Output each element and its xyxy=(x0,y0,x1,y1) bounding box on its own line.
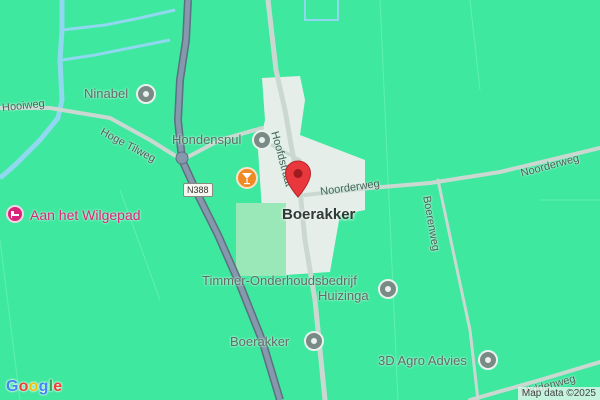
sports-field xyxy=(236,203,286,276)
poi-label: 3D Agro Advies xyxy=(378,353,467,368)
road-network xyxy=(0,0,600,400)
poi-label: Ninabel xyxy=(84,86,129,101)
poi-label: Timmer-Onderhoudsbedrijf xyxy=(202,273,357,288)
poi-label: Hondenspul xyxy=(172,132,242,147)
poi-label: Boerakker xyxy=(230,334,290,349)
route-shield-n388: N388 xyxy=(183,183,213,197)
bed-icon xyxy=(6,205,24,223)
map-base-layer xyxy=(0,0,600,400)
poi-label-line2: Huizinga xyxy=(318,288,369,303)
map-marker-icon[interactable] xyxy=(284,160,312,198)
map-attribution[interactable]: Map data ©2025 xyxy=(517,387,600,400)
pin-icon xyxy=(478,350,498,370)
google-logo: Google xyxy=(6,378,63,395)
map-canvas[interactable]: Hooiweg Hoge Tilweg Hoofdstraat Noorderw… xyxy=(0,0,600,400)
poi-label: Aan het Wilgepad xyxy=(30,207,141,223)
place-label-boerakker: Boerakker xyxy=(282,206,356,223)
pin-icon xyxy=(378,279,398,299)
pin-icon xyxy=(304,331,324,351)
pin-icon xyxy=(252,130,272,150)
pin-icon xyxy=(136,84,156,104)
cocktail-icon[interactable] xyxy=(236,167,258,189)
